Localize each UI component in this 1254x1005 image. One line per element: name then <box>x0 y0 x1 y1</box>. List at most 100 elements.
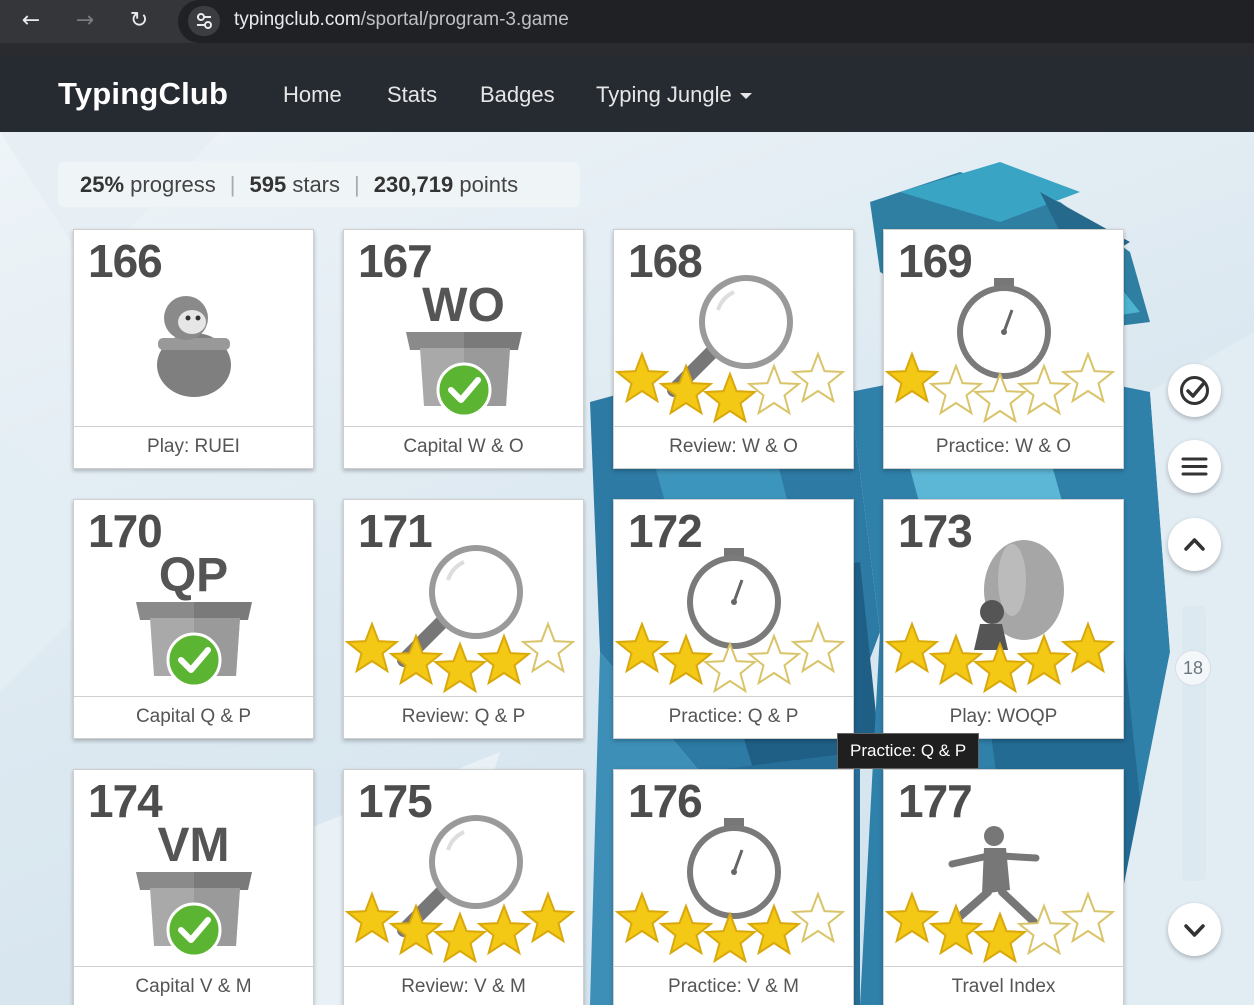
nav-stats-link[interactable]: Stats <box>387 82 437 108</box>
star-icon <box>884 891 940 944</box>
divider: | <box>354 172 360 197</box>
star-icon <box>790 891 846 944</box>
lesson-number: 171 <box>358 505 433 557</box>
lesson-card[interactable]: 166 Play: RUEI <box>73 229 314 469</box>
site-info-icon[interactable] <box>188 6 220 36</box>
stopwatch-icon <box>957 278 1051 379</box>
stars-count: 595 <box>249 172 287 197</box>
lesson-title: Play: RUEI <box>74 426 313 468</box>
check-circle-button[interactable] <box>1168 364 1221 417</box>
star-icon <box>1060 891 1116 944</box>
lesson-number: 168 <box>628 235 703 287</box>
star-icon <box>520 621 576 674</box>
lesson-card[interactable]: 168 Review: W & O <box>613 229 854 469</box>
star-icon <box>388 633 444 686</box>
typingclub-logo[interactable]: TypingClub <box>58 76 228 112</box>
progress-summary: 25% progress | 595 stars | 230,719 points <box>58 162 580 207</box>
character-in-pot-icon <box>157 296 231 397</box>
forward-arrow-icon[interactable]: → <box>70 6 100 36</box>
lesson-card[interactable]: 174 VM Capital V & M <box>73 769 314 1005</box>
star-icon <box>1060 621 1116 674</box>
balloon-character-icon <box>974 540 1064 650</box>
lesson-card[interactable]: 172 Practice: Q & P <box>613 499 854 739</box>
progress-percent: 25% <box>80 172 125 197</box>
star-icon <box>658 633 714 686</box>
caret-down-icon <box>739 93 752 100</box>
lesson-letters: QP <box>158 549 229 602</box>
lesson-title: Travel Index <box>884 966 1123 1005</box>
lesson-title: Practice: Q & P <box>614 696 853 738</box>
progress-word: progress <box>130 172 216 197</box>
lesson-card[interactable]: 167 WO Capital W & O <box>343 229 584 469</box>
star-icon <box>702 641 758 694</box>
lesson-tooltip: Practice: Q & P <box>837 733 980 769</box>
star-icon <box>972 641 1028 694</box>
star-icon <box>884 621 940 674</box>
star-icon <box>614 621 670 674</box>
lesson-title: Review: Q & P <box>344 696 583 738</box>
lesson-card[interactable]: 170 QP Capital Q & P <box>73 499 314 739</box>
lesson-number: 166 <box>88 235 163 287</box>
star-icon <box>790 351 846 404</box>
star-icon <box>928 633 984 686</box>
lesson-card[interactable]: 171 Review: Q & P <box>343 499 584 739</box>
lesson-number: 169 <box>898 235 973 287</box>
star-icon <box>746 363 802 416</box>
scroll-down-button[interactable] <box>1168 903 1221 956</box>
lesson-card[interactable]: 177 Travel Index <box>883 769 1124 1005</box>
star-icon <box>388 903 444 956</box>
star-icon <box>432 641 488 694</box>
star-icon <box>928 363 984 416</box>
browser-separator <box>0 43 1254 56</box>
reload-icon[interactable]: ↻ <box>124 6 154 36</box>
lesson-card[interactable]: 169 Practice: W & O <box>883 229 1124 469</box>
back-arrow-icon[interactable]: ← <box>16 6 46 36</box>
address-bar[interactable]: typingclub.com/sportal/program-3.game <box>178 0 1254 43</box>
star-icon <box>702 911 758 964</box>
star-icon <box>614 891 670 944</box>
lesson-card[interactable]: 173 Play: WOQP <box>883 499 1124 739</box>
lesson-number: 176 <box>628 775 703 827</box>
scroll-slider-track[interactable] <box>1182 606 1206 881</box>
completed-check-icon <box>436 362 492 418</box>
url-text: typingclub.com/sportal/program-3.game <box>234 9 569 30</box>
points-count: 230,719 <box>373 172 454 197</box>
divider: | <box>229 172 236 197</box>
star-icon <box>884 351 940 404</box>
nav-badges-link[interactable]: Badges <box>480 82 555 108</box>
nav-typing-jungle-dropdown[interactable]: Typing Jungle <box>596 82 752 108</box>
star-icon <box>702 371 758 424</box>
lesson-title: Practice: W & O <box>884 426 1123 468</box>
points-word: points <box>459 172 519 197</box>
lesson-title: Capital V & M <box>74 966 313 1005</box>
lesson-number: 177 <box>898 775 973 827</box>
nav-home-link[interactable]: Home <box>283 82 342 108</box>
star-icon <box>1016 633 1072 686</box>
star-icon <box>658 363 714 416</box>
lesson-title: Practice: V & M <box>614 966 853 1005</box>
star-icon <box>432 911 488 964</box>
runner-character-icon <box>948 826 1040 926</box>
lesson-card[interactable]: 176 Practice: V & M <box>613 769 854 1005</box>
lesson-title: Review: V & M <box>344 966 583 1005</box>
lesson-card[interactable]: 175 Review: V & M <box>343 769 584 1005</box>
star-icon <box>476 903 532 956</box>
star-icon <box>972 911 1028 964</box>
menu-icon <box>1181 457 1208 476</box>
star-icon <box>972 371 1028 424</box>
stars-word: stars <box>292 172 341 197</box>
lesson-title: Capital Q & P <box>74 696 313 738</box>
lesson-number: 172 <box>628 505 703 557</box>
scroll-up-button[interactable] <box>1168 518 1221 571</box>
star-icon <box>344 891 400 944</box>
star-icon <box>658 903 714 956</box>
lesson-title: Play: WOQP <box>884 696 1123 738</box>
typing-jungle-label: Typing Jungle <box>596 82 732 107</box>
star-icon <box>790 621 846 674</box>
scroll-slider-knob[interactable]: 18 <box>1175 650 1211 686</box>
lesson-title: Capital W & O <box>344 426 583 468</box>
menu-button[interactable] <box>1168 440 1221 493</box>
chevron-up-icon <box>1184 538 1205 551</box>
chevron-down-icon <box>1184 924 1205 937</box>
lesson-letters: WO <box>422 279 505 332</box>
